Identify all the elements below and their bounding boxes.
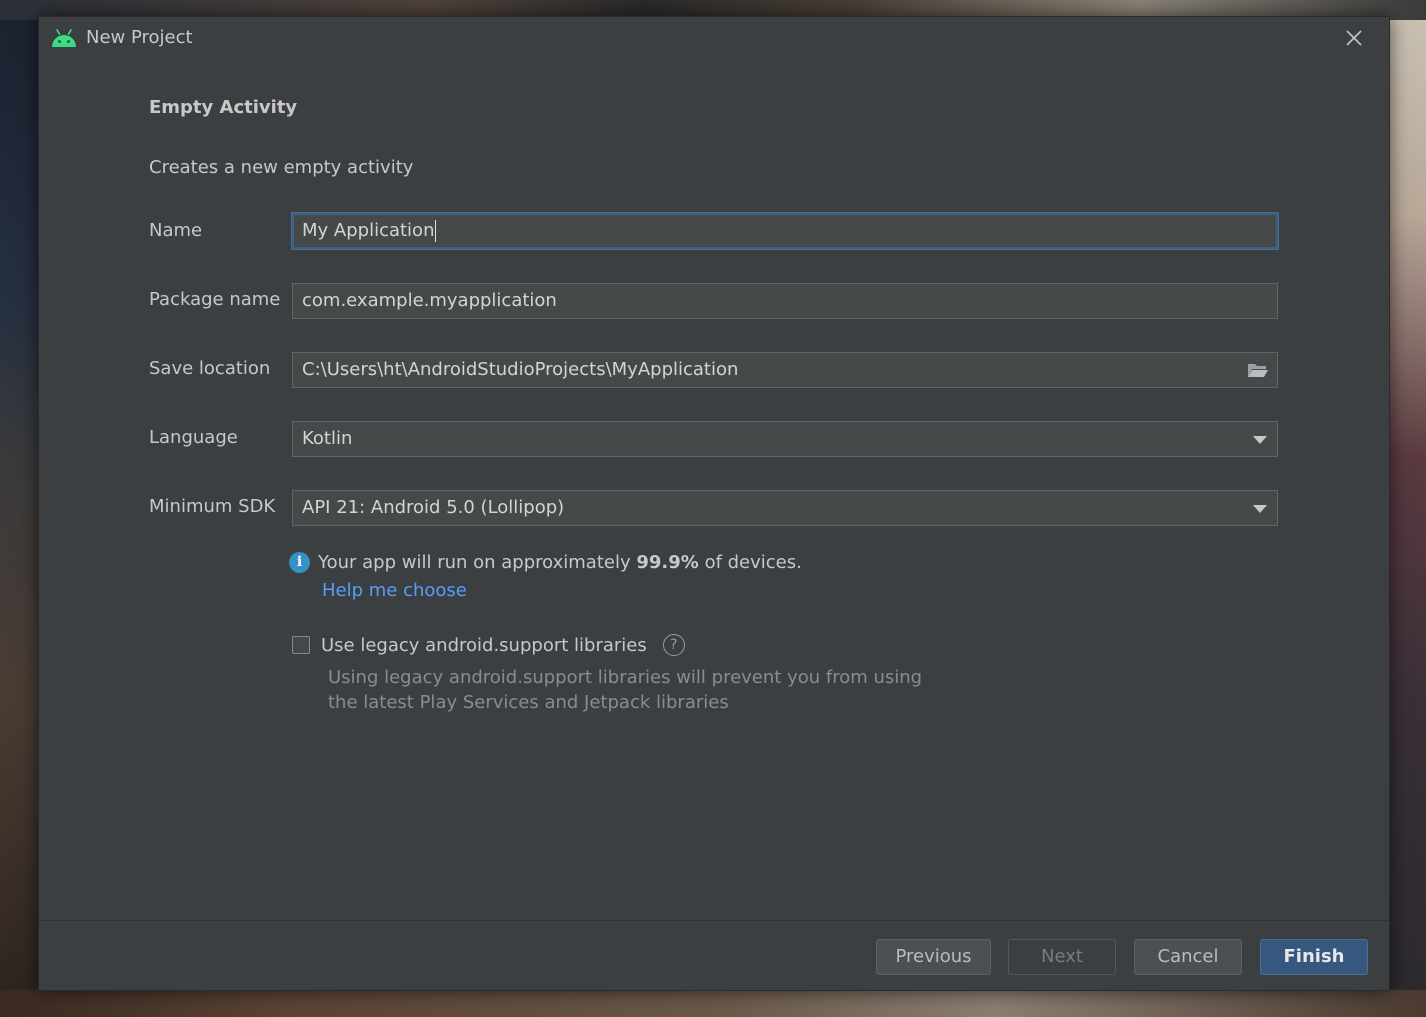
info-icon: i: [289, 552, 310, 573]
package-name-value: com.example.myapplication: [302, 290, 557, 311]
template-heading: Empty Activity: [149, 97, 298, 118]
name-input[interactable]: My Application: [292, 213, 1278, 249]
package-name-label: Package name: [149, 289, 281, 310]
chevron-down-icon: [1253, 505, 1267, 513]
previous-button[interactable]: Previous: [876, 939, 991, 975]
minimum-sdk-select[interactable]: API 21: Android 5.0 (Lollipop): [292, 490, 1278, 526]
coverage-percent: 99.9%: [636, 552, 699, 573]
help-me-choose-link[interactable]: Help me choose: [322, 580, 467, 601]
template-description: Creates a new empty activity: [149, 157, 414, 178]
title-bar[interactable]: New Project: [39, 17, 1389, 61]
minimum-sdk-label: Minimum SDK: [149, 496, 276, 517]
desktop-background-right: [1390, 20, 1426, 990]
coverage-prefix: Your app will run on approximately: [318, 552, 631, 573]
window-title: New Project: [86, 27, 193, 48]
new-project-dialog: New Project Empty Activity Creates a new…: [38, 16, 1390, 991]
language-value: Kotlin: [302, 428, 353, 449]
cancel-button[interactable]: Cancel: [1134, 939, 1242, 975]
help-icon[interactable]: ?: [662, 634, 685, 656]
save-location-value: C:\Users\ht\AndroidStudioProjects\MyAppl…: [302, 359, 739, 380]
package-name-input[interactable]: com.example.myapplication: [292, 283, 1278, 319]
desktop-background-left: [0, 20, 40, 990]
chevron-down-icon: [1253, 436, 1267, 444]
legacy-description-line: Using legacy android.support libraries w…: [328, 667, 923, 688]
next-button[interactable]: Next: [1008, 939, 1116, 975]
legacy-support-description: Using legacy android.support libraries w…: [328, 665, 948, 715]
finish-button[interactable]: Finish: [1260, 939, 1368, 975]
desktop-background-bottom: [0, 990, 1426, 1017]
name-label: Name: [149, 220, 203, 241]
language-label: Language: [149, 427, 238, 448]
legacy-description-line: the latest Play Services and Jetpack lib…: [328, 692, 729, 713]
name-input-value: My Application: [302, 220, 435, 241]
legacy-support-label[interactable]: Use legacy android.support libraries: [321, 635, 647, 656]
language-select[interactable]: Kotlin: [292, 421, 1278, 457]
save-location-label: Save location: [149, 358, 271, 379]
text-caret: [435, 220, 437, 242]
folder-icon[interactable]: [1247, 361, 1269, 379]
coverage-suffix: of devices.: [704, 552, 802, 573]
legacy-support-checkbox[interactable]: [292, 636, 310, 654]
legacy-support-option[interactable]: Use legacy android.support libraries ?: [292, 634, 685, 656]
device-coverage-info: i Your app will run on approximately 99.…: [289, 552, 802, 573]
close-icon[interactable]: [1343, 27, 1365, 49]
save-location-input[interactable]: C:\Users\ht\AndroidStudioProjects\MyAppl…: [292, 352, 1278, 388]
minimum-sdk-value: API 21: Android 5.0 (Lollipop): [302, 497, 565, 518]
footer-divider: [39, 920, 1389, 921]
android-icon: [52, 29, 76, 47]
